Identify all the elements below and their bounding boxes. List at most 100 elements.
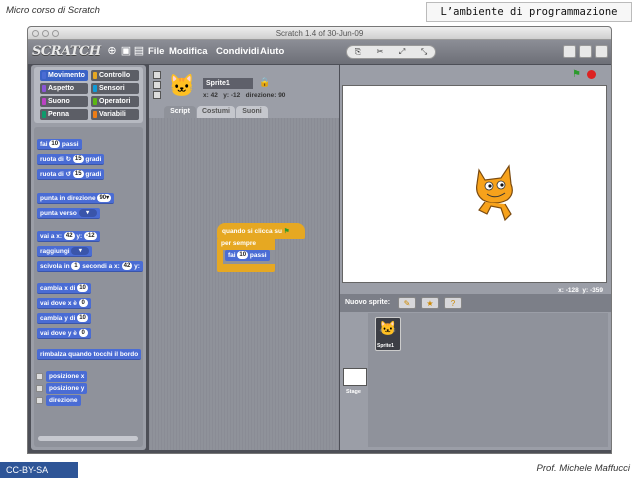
shrink-icon[interactable]: ⤡ bbox=[421, 46, 427, 58]
green-flag-icon[interactable]: ⚑ bbox=[572, 70, 581, 80]
slide-title: L’ambiente di programmazione bbox=[426, 2, 632, 22]
new-sprite-label: Nuovo sprite: bbox=[345, 299, 391, 306]
stage-thumbnail-pane: Stage bbox=[340, 313, 367, 447]
sprite-thumbnail-sprite1[interactable]: 🐱 Sprite1 bbox=[375, 317, 401, 351]
block-go-to[interactable]: raggiungi ▾ bbox=[37, 246, 93, 257]
direction-value: 90 bbox=[278, 92, 286, 99]
script-area[interactable]: quando si clicca su ⚑ per sempre fai 10 … bbox=[149, 118, 339, 450]
category-controllo[interactable]: Controllo bbox=[91, 70, 139, 81]
block-text: passi bbox=[61, 141, 79, 148]
small-stage-button[interactable] bbox=[563, 45, 576, 58]
block-dropdown[interactable]: 90▾ bbox=[97, 194, 112, 202]
menu-file[interactable]: File bbox=[148, 46, 164, 57]
presentation-mode-button[interactable] bbox=[595, 45, 608, 58]
block-input[interactable]: -12 bbox=[83, 232, 97, 240]
block-text: ruota di bbox=[40, 156, 64, 163]
stage-label: Stage bbox=[346, 389, 361, 395]
block-go-to-xy[interactable]: vai a x: 42 y: -12 bbox=[37, 231, 100, 242]
window-titlebar: Scratch 1.4 of 30-Jun-09 bbox=[28, 27, 611, 40]
block-change-y[interactable]: cambia y di 10 bbox=[37, 313, 91, 324]
block-input[interactable]: 10 bbox=[49, 140, 61, 148]
checkbox-direction[interactable] bbox=[36, 397, 43, 404]
delete-icon[interactable]: ✂ bbox=[377, 46, 384, 58]
sprite-info-panel: 🐱 Sprite1 🔒 x: 42 y: -12 direzione: 90 S… bbox=[149, 65, 339, 123]
block-text: gradi bbox=[85, 171, 102, 178]
block-set-x[interactable]: vai dove x è 0 bbox=[37, 298, 91, 309]
category-aspetto[interactable]: Aspetto bbox=[40, 83, 88, 94]
duplicate-icon[interactable]: ⎘ bbox=[355, 46, 361, 58]
block-bounce[interactable]: rimbalza quando tocchi il bordo bbox=[37, 349, 142, 360]
category-suono[interactable]: Suono bbox=[40, 96, 88, 107]
block-move-steps[interactable]: fai 10 passi bbox=[37, 139, 82, 150]
category-variabili[interactable]: Variabili bbox=[91, 109, 139, 120]
block-input[interactable]: 0 bbox=[78, 299, 88, 307]
stage-thumbnail[interactable] bbox=[343, 368, 367, 386]
tab-costumi[interactable]: Costumi bbox=[197, 106, 235, 118]
menu-modifica[interactable]: Modifica bbox=[169, 46, 208, 57]
menubar: SCRATCH ⊕ ▣ ▤ File Modifica Condividi Ai… bbox=[28, 40, 611, 64]
block-input[interactable]: 0 bbox=[78, 329, 88, 337]
block-input[interactable]: 15 bbox=[72, 170, 84, 178]
normal-stage-button[interactable] bbox=[579, 45, 592, 58]
block-dropdown[interactable]: ▾ bbox=[78, 209, 97, 217]
save-icon[interactable]: ▣ bbox=[120, 45, 132, 58]
globe-icon[interactable]: ⊕ bbox=[106, 45, 118, 58]
block-input[interactable]: 15 bbox=[72, 155, 84, 163]
block-input[interactable]: 10 bbox=[77, 314, 88, 322]
scratch-window: Scratch 1.4 of 30-Jun-09 SCRATCH ⊕ ▣ ▤ F… bbox=[27, 26, 612, 454]
block-input[interactable]: 42 bbox=[63, 232, 75, 240]
new-sprite-bar: Nuovo sprite: ✎ ★ ? bbox=[340, 294, 611, 312]
paint-new-sprite-icon[interactable]: ✎ bbox=[398, 297, 416, 309]
sprite-coordinates: x: 42 y: -12 direzione: 90 bbox=[203, 92, 285, 99]
menu-aiuto[interactable]: Aiuto bbox=[260, 46, 284, 57]
block-change-x[interactable]: cambia x di 10 bbox=[37, 283, 91, 294]
grow-icon[interactable]: ⤢ bbox=[399, 46, 405, 58]
rotation-flip-icon[interactable] bbox=[153, 81, 161, 89]
category-selector: Movimento Controllo Aspetto Sensori Suon… bbox=[34, 67, 143, 123]
block-point-towards[interactable]: punta verso ▾ bbox=[37, 208, 100, 219]
rotation-none-icon[interactable] bbox=[153, 91, 161, 99]
reporter-direction[interactable]: direzione bbox=[46, 395, 81, 406]
rotation-full-icon[interactable] bbox=[153, 71, 161, 79]
reporter-y-position[interactable]: posizione y bbox=[46, 383, 88, 394]
stage-canvas[interactable] bbox=[342, 85, 607, 283]
mouse-y-label: y: bbox=[582, 287, 589, 294]
block-input[interactable]: 10 bbox=[237, 251, 249, 259]
category-operatori[interactable]: Operatori bbox=[91, 96, 139, 107]
mouse-coordinates: x: -128 y: -359 bbox=[558, 287, 603, 294]
palette-scrollbar[interactable] bbox=[38, 436, 138, 441]
block-input[interactable]: 10 bbox=[77, 284, 88, 292]
block-set-y[interactable]: vai dove y è 0 bbox=[37, 328, 91, 339]
checkbox-y-position[interactable] bbox=[36, 385, 43, 392]
stop-icon[interactable] bbox=[587, 70, 596, 79]
cat-sprite[interactable] bbox=[471, 164, 517, 222]
category-penna[interactable]: Penna bbox=[40, 109, 88, 120]
block-dropdown[interactable]: ▾ bbox=[71, 247, 90, 255]
author-credit: Prof. Michele Maffucci bbox=[536, 463, 630, 474]
block-text: punta in direzione bbox=[40, 195, 96, 202]
tab-script[interactable]: Script bbox=[164, 106, 196, 118]
block-text: y: bbox=[76, 233, 83, 240]
category-movimento[interactable]: Movimento bbox=[40, 70, 88, 81]
block-text: raggiungi bbox=[40, 248, 70, 255]
block-turn-left[interactable]: ruota di ↺ 15 gradi bbox=[37, 169, 105, 180]
share-icon[interactable]: ▤ bbox=[133, 45, 145, 58]
block-point-direction[interactable]: punta in direzione 90▾ bbox=[37, 193, 115, 204]
choose-sprite-file-icon[interactable]: ★ bbox=[421, 297, 439, 309]
lock-icon[interactable]: 🔒 bbox=[259, 77, 270, 88]
random-sprite-icon[interactable]: ? bbox=[444, 297, 462, 309]
y-label: y: bbox=[223, 92, 230, 99]
block-glide[interactable]: scivola in 1 secondi a x: 42 y: bbox=[37, 261, 143, 272]
sprite-name-field[interactable]: Sprite1 bbox=[203, 78, 253, 89]
block-turn-right[interactable]: ruota di ↻ 15 gradi bbox=[37, 154, 105, 165]
script-move-steps[interactable]: fai 10 passi bbox=[225, 250, 270, 261]
block-input[interactable]: 42 bbox=[121, 262, 133, 270]
checkbox-x-position[interactable] bbox=[36, 373, 43, 380]
menu-condividi[interactable]: Condividi bbox=[216, 46, 259, 57]
script-when-flag-clicked[interactable]: quando si clicca su ⚑ bbox=[217, 223, 305, 239]
category-sensori[interactable]: Sensori bbox=[91, 83, 139, 94]
block-text: y: bbox=[134, 263, 140, 270]
reporter-x-position[interactable]: posizione x bbox=[46, 371, 88, 382]
tab-suoni[interactable]: Suoni bbox=[236, 106, 268, 118]
block-input[interactable]: 1 bbox=[71, 262, 81, 270]
